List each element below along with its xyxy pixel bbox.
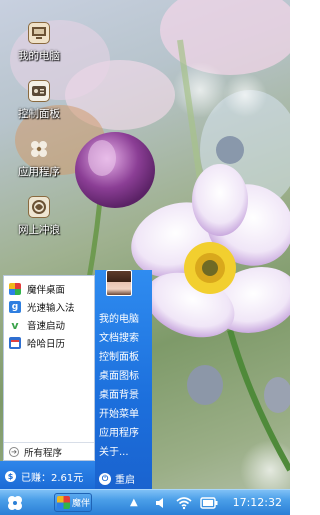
volume-icon[interactable] — [154, 494, 168, 515]
start-menu-quick-panel: 我的电脑 文档搜索 控制面板 桌面图标 桌面背景 开始菜单 应用程序 关于...… — [95, 270, 152, 489]
taskbar-app-label: 魔伴 — [72, 499, 91, 509]
desktop-icon-control-panel[interactable]: 控制面板 — [4, 80, 74, 121]
desktop-icon-label: 控制面板 — [18, 108, 60, 120]
start-menu-app-panel: 魔伴桌面 g 光速输入法 v 音速启动 哈哈日历 ➔ 所有程序 — [3, 275, 95, 461]
quick-link-control-panel[interactable]: 控制面板 — [95, 348, 152, 367]
start-menu-app-item[interactable]: v 音速启动 — [4, 316, 94, 334]
app-item-label: 魔伴桌面 — [27, 285, 66, 296]
calendar-icon — [9, 337, 21, 349]
earnings-display: $ 已赚：2.61元 — [5, 469, 83, 484]
quick-link-list: 我的电脑 文档搜索 控制面板 桌面图标 桌面背景 开始菜单 应用程序 关于... — [95, 310, 152, 462]
taskbar-app-mobang[interactable]: 魔伴 — [54, 493, 92, 512]
all-programs-label: 所有程序 — [24, 447, 63, 459]
desktop-icon-label: 我的电脑 — [18, 50, 60, 62]
control-panel-icon — [28, 80, 50, 102]
computer-icon — [28, 22, 50, 44]
reboot-button[interactable]: ⏻ 重启 — [99, 471, 135, 486]
quick-link-my-computer[interactable]: 我的电脑 — [95, 310, 152, 329]
battery-icon[interactable] — [200, 494, 218, 515]
quick-link-desktop-background[interactable]: 桌面背景 — [95, 386, 152, 405]
app-item-label: 哈哈日历 — [27, 339, 66, 350]
pinwheel-icon — [9, 283, 21, 295]
desktop-icon-applications[interactable]: 应用程序 — [4, 138, 74, 179]
pinwheel-icon — [57, 496, 70, 509]
input-method-icon: g — [9, 301, 21, 313]
all-programs-button[interactable]: ➔ 所有程序 — [4, 442, 94, 460]
start-button[interactable] — [6, 494, 24, 512]
taskbar: 魔伴 ▲ 17:12:32 — [0, 489, 290, 515]
start-menu: 魔伴桌面 g 光速输入法 v 音速启动 哈哈日历 ➔ 所有程序 $ 已赚：2.6… — [0, 270, 152, 489]
earnings-label: 已赚：2.61元 — [21, 473, 84, 484]
quick-link-start-menu[interactable]: 开始菜单 — [95, 405, 152, 424]
reboot-label: 重启 — [115, 475, 135, 486]
desktop-icon-label: 网上冲浪 — [18, 224, 60, 236]
launcher-icon: v — [9, 319, 21, 332]
start-menu-app-item[interactable]: 哈哈日历 — [4, 334, 94, 352]
start-menu-app-item[interactable]: 魔伴桌面 — [4, 280, 94, 298]
wifi-icon[interactable] — [176, 494, 192, 515]
arrow-right-icon: ➔ — [9, 446, 19, 457]
desktop-icon-browser[interactable]: 网上冲浪 — [4, 196, 74, 237]
app-item-label: 光速输入法 — [27, 303, 75, 314]
pinwheel-icon — [8, 496, 22, 510]
quick-link-applications[interactable]: 应用程序 — [95, 424, 152, 443]
desktop-icon-my-computer[interactable]: 我的电脑 — [4, 22, 74, 63]
quick-link-document-search[interactable]: 文档搜索 — [95, 329, 152, 348]
browser-icon — [28, 196, 50, 218]
start-menu-app-item[interactable]: g 光速输入法 — [4, 298, 94, 316]
tray-expand-icon[interactable]: ▲ — [130, 494, 138, 512]
quick-link-desktop-icons[interactable]: 桌面图标 — [95, 367, 152, 386]
quick-link-about[interactable]: 关于... — [95, 443, 152, 462]
app-item-label: 音速启动 — [27, 321, 66, 332]
user-avatar[interactable] — [106, 270, 132, 296]
coin-icon: $ — [5, 471, 16, 482]
power-icon: ⏻ — [99, 472, 111, 485]
start-menu-status-bar: $ 已赚：2.61元 — [0, 461, 95, 489]
desktop-icon-label: 应用程序 — [18, 166, 60, 178]
applications-icon — [28, 138, 50, 160]
taskbar-clock[interactable]: 17:12:32 — [233, 494, 282, 512]
